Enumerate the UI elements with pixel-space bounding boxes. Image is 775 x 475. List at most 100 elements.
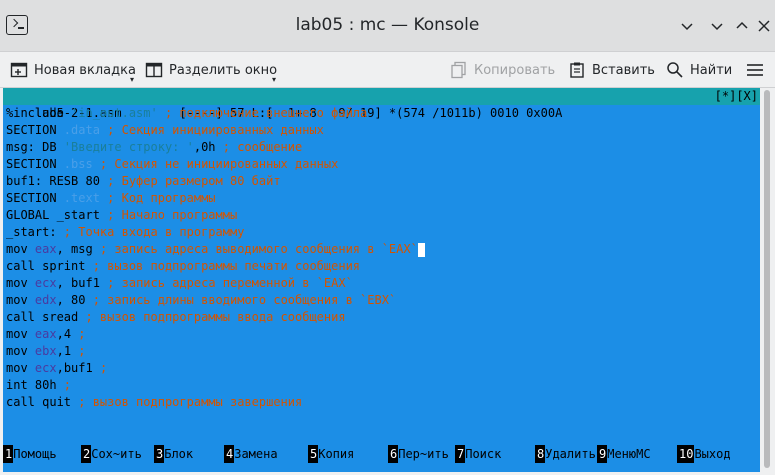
code-register: ecx <box>34 276 57 290</box>
copy-button[interactable]: Копировать <box>450 58 555 82</box>
terminal-scrollbar[interactable] <box>762 88 772 472</box>
code-line[interactable]: mov eax,4 ; <box>6 326 425 343</box>
code-token: mov <box>6 293 35 307</box>
code-token: mov <box>6 327 35 341</box>
editor-status-bar: lab5-2-1.asm [----] 57 L:[ 1+ 8 9/ 19] *… <box>3 88 760 120</box>
dropdown-chevron-button[interactable] <box>676 15 698 37</box>
new-tab-menu-arrow-icon[interactable]: ▾ <box>130 75 134 84</box>
code-token: mov <box>6 361 35 375</box>
fkey-number: 6 <box>388 445 399 463</box>
fkey-save[interactable]: 2 Сох~ить <box>81 445 154 463</box>
code-token: call sprint <box>6 259 86 273</box>
split-view-button[interactable]: Разделить окно ▾ <box>145 58 277 84</box>
fkey-number: 10 <box>677 445 695 463</box>
code-comment: ; <box>71 344 86 358</box>
code-token: mov <box>6 276 35 290</box>
terminal-view[interactable]: lab5-2-1.asm [----] 57 L:[ 1+ 8 9/ 19] *… <box>3 88 760 472</box>
code-line[interactable]: buf1: RESB 80 ; Буфер размером 80 байт <box>6 173 425 190</box>
code-comment: ; <box>56 378 72 392</box>
minimize-button[interactable] <box>706 15 728 37</box>
code-string: 'Введите строку: ' <box>63 140 194 154</box>
code-comment: ; <box>71 327 86 341</box>
chevron-down-icon <box>681 23 693 31</box>
fkey-search[interactable]: 7 Поиск <box>455 445 535 463</box>
code-comment: ; Точка входа в программу <box>56 225 245 239</box>
fkey-block[interactable]: 3 Блок <box>154 445 224 463</box>
minimize-icon <box>711 23 723 31</box>
code-line[interactable]: SECTION .bss ; Секция не инициированных … <box>6 156 425 173</box>
fkey-delete[interactable]: 8 Удалить <box>535 445 597 463</box>
code-line[interactable]: SECTION .data ; Секция инициированных да… <box>6 122 425 139</box>
close-button[interactable] <box>753 15 775 37</box>
fkey-quit[interactable]: 10 Выход <box>677 445 760 463</box>
code-comment: ; сообщение <box>215 140 303 154</box>
fkey-replace[interactable]: 4 Замена <box>224 445 308 463</box>
new-tab-label: Новая вкладка <box>34 62 136 78</box>
code-comment: ; запись длины вводимого сообщения в `EB… <box>85 293 397 307</box>
code-line[interactable]: int 80h ; <box>6 377 425 394</box>
code-register: eax <box>34 327 57 341</box>
code-comment: ; Секция не инициированных данных <box>92 157 339 171</box>
code-token: , msg <box>56 242 93 256</box>
code-line[interactable]: mov ecx, buf1 ; запись адреса переменной… <box>6 275 425 292</box>
new-tab-icon <box>10 62 28 78</box>
new-tab-button[interactable]: Новая вкладка ▾ <box>10 58 136 84</box>
function-key-bar: 1 Помощь 2 Сох~ить 3 Блок 4 Замена 5 Копия 6П… <box>3 445 760 463</box>
code-section: .data <box>63 123 100 137</box>
fkey-label: Удалить <box>545 445 596 463</box>
code-comment: ; запись адреса переменной в `EAX` <box>99 276 353 290</box>
code-section: .text <box>63 191 100 205</box>
find-button[interactable]: Найти <box>666 58 732 82</box>
code-token: ,0h <box>193 140 216 154</box>
fkey-move[interactable]: 6 Пер~ить <box>388 445 455 463</box>
code-line-current[interactable]: mov eax, msg ; запись адреса выводимого … <box>6 241 425 258</box>
maximize-button[interactable] <box>731 15 753 37</box>
fkey-menu[interactable]: 9 МенюMC <box>597 445 677 463</box>
fkey-number: 7 <box>455 445 466 463</box>
code-line[interactable]: call sprint ; вызов подпрограммы печати … <box>6 258 425 275</box>
hamburger-menu-icon <box>747 64 763 76</box>
hamburger-menu-button[interactable] <box>746 58 770 82</box>
fkey-label: Помощь <box>13 445 57 463</box>
split-view-menu-arrow-icon[interactable]: ▾ <box>272 75 276 84</box>
scrollbar-thumb[interactable] <box>764 90 770 468</box>
code-line[interactable]: SECTION .text ; Код программы <box>6 190 425 207</box>
code-token: %include <box>6 106 72 120</box>
code-token: _start: <box>6 225 57 239</box>
editor-window-controls[interactable]: [*][X] <box>715 88 758 105</box>
fkey-help[interactable]: 1 Помощь <box>3 445 81 463</box>
split-view-icon <box>145 62 163 78</box>
code-area[interactable]: %include 'in_out.asm' ; подключение внеш… <box>6 105 425 411</box>
code-line[interactable]: mov ecx,buf1 ; <box>6 360 425 377</box>
fkey-label: Пер~ить <box>398 445 449 463</box>
code-line[interactable]: call quit ; вызов подпрограммы завершени… <box>6 394 425 411</box>
fkey-label: МенюMC <box>607 445 651 463</box>
copy-icon <box>451 61 466 79</box>
code-line[interactable]: mov ebx,1 ; <box>6 343 425 360</box>
fkey-number: 1 <box>3 445 14 463</box>
code-string: 'in_out.asm' <box>71 106 158 120</box>
code-line[interactable]: GLOBAL _start ; Начало программы <box>6 207 425 224</box>
code-comment: ; вызов подпрограммы завершения <box>71 395 303 409</box>
code-line[interactable]: mov edx, 80 ; запись длины вводимого соо… <box>6 292 425 309</box>
text-cursor <box>417 242 425 257</box>
code-register: ecx <box>34 361 57 375</box>
code-token: msg: DB <box>6 140 64 154</box>
code-token: int 80h <box>6 378 57 392</box>
code-token: , 80 <box>56 293 86 307</box>
code-register: edx <box>34 293 57 307</box>
code-token: mov <box>6 242 35 256</box>
fkey-copy[interactable]: 5 Копия <box>308 445 388 463</box>
code-line[interactable]: _start: ; Точка входа в программу <box>6 224 425 241</box>
maximize-icon <box>736 21 748 29</box>
code-line[interactable]: %include 'in_out.asm' ; подключение внеш… <box>6 105 425 122</box>
paste-button[interactable]: Вставить <box>568 58 655 82</box>
fkey-number: 9 <box>597 445 608 463</box>
code-token: ,1 <box>56 344 72 358</box>
code-token: , buf1 <box>56 276 100 290</box>
fkey-label: Блок <box>164 445 194 463</box>
code-line[interactable]: call sread ; вызов подпрограммы ввода со… <box>6 309 425 326</box>
fkey-number: 8 <box>535 445 546 463</box>
code-line[interactable]: msg: DB 'Введите строку: ',0h ; сообщени… <box>6 139 425 156</box>
paste-icon <box>570 62 584 78</box>
